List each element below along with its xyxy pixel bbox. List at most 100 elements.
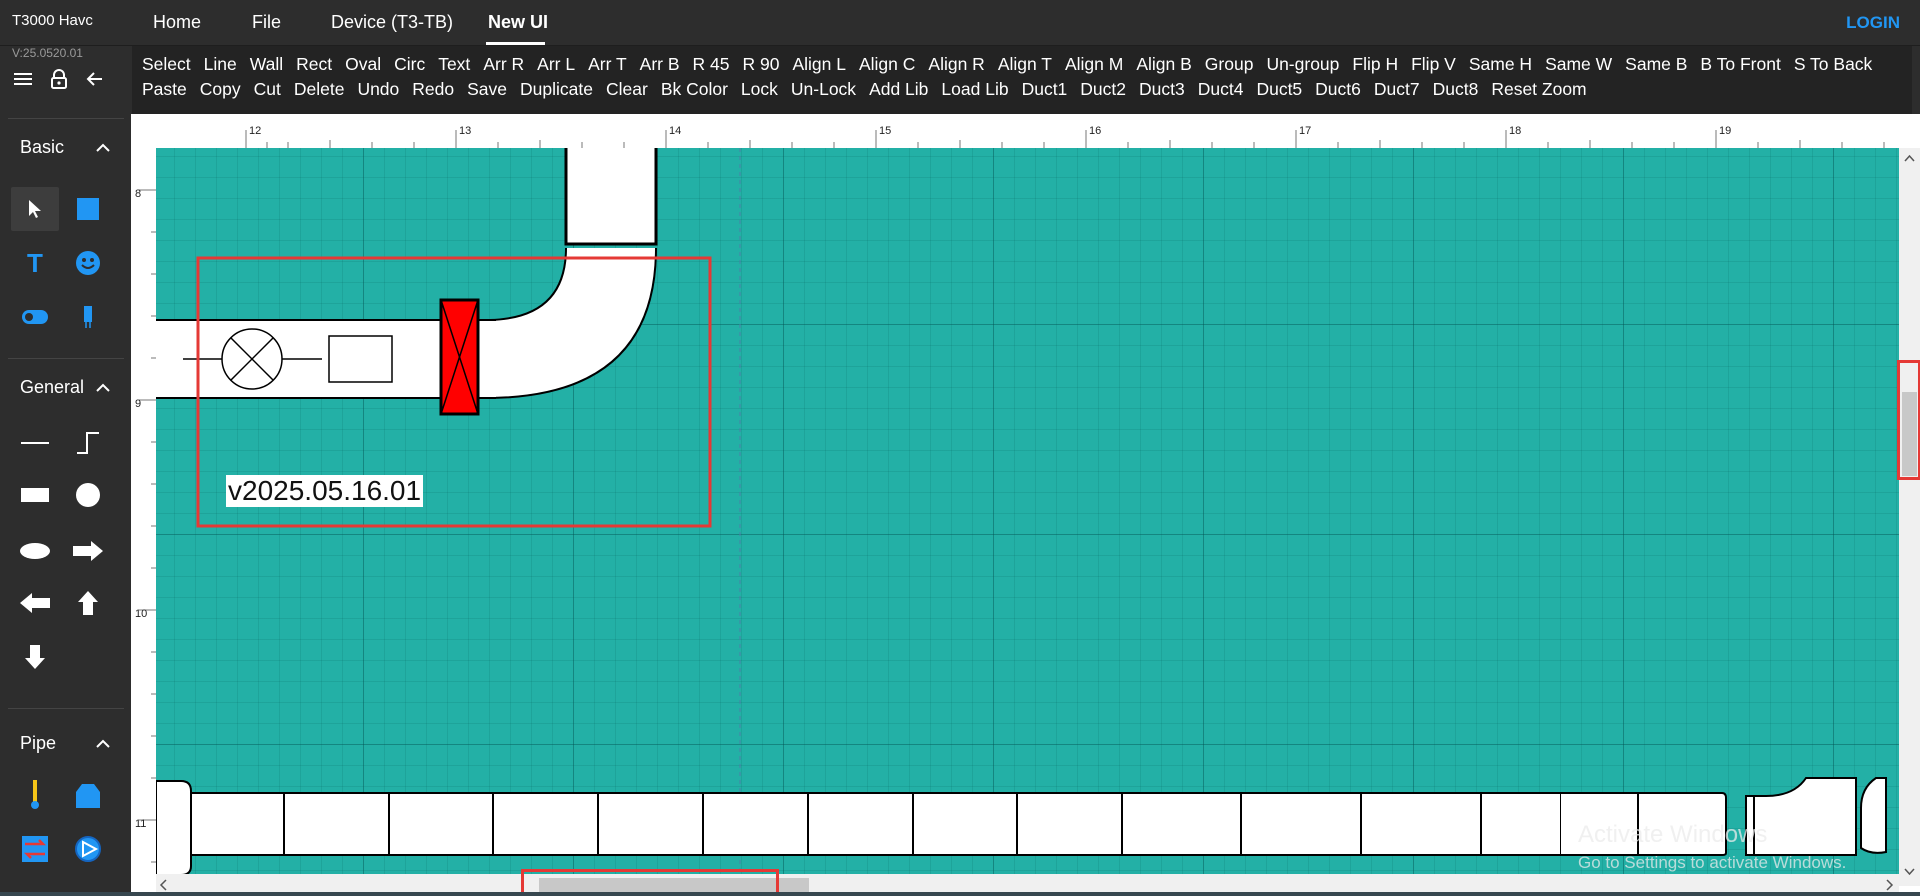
chevron-up-icon[interactable] (94, 139, 112, 157)
toolbar-r-45-button[interactable]: R 45 (693, 54, 730, 75)
chevron-up-icon[interactable] (94, 735, 112, 753)
menu-icon[interactable] (12, 66, 34, 92)
toolbar-arr-b-button[interactable]: Arr B (640, 54, 680, 75)
ellipse-icon[interactable] (11, 529, 59, 573)
heat-exchanger-icon[interactable] (11, 827, 59, 871)
vertical-duct (564, 148, 658, 246)
toolbar-clear-button[interactable]: Clear (606, 79, 648, 100)
toolbar-arr-t-button[interactable]: Arr T (588, 54, 627, 75)
toolbar-lock-button[interactable]: Lock (741, 79, 778, 100)
toolbar-add-lib-button[interactable]: Add Lib (869, 79, 928, 100)
canvas-grid[interactable]: v2025.05.16.01 Activate Windows Go to Se… (156, 148, 1899, 886)
toolbar-save-button[interactable]: Save (467, 79, 507, 100)
toolbar-arr-l-button[interactable]: Arr L (537, 54, 575, 75)
toolbar-select-button[interactable]: Select (142, 54, 191, 75)
ruler-y-label: 11 (135, 818, 147, 830)
circle-icon[interactable] (64, 473, 112, 517)
tab-new-ui[interactable]: New UI (488, 12, 548, 33)
bar-icon[interactable] (11, 473, 59, 517)
toolbar-align-t-button[interactable]: Align T (998, 54, 1052, 75)
toolbar-bk-color-button[interactable]: Bk Color (661, 79, 728, 100)
toolbar-paste-button[interactable]: Paste (142, 79, 187, 100)
toolbar-reset-zoom-button[interactable]: Reset Zoom (1491, 79, 1586, 100)
arrow-up-icon[interactable] (64, 581, 112, 625)
toolbar-align-c-button[interactable]: Align C (859, 54, 915, 75)
app-title: T3000 Havc (12, 12, 93, 29)
ruler-y-label: 9 (135, 398, 142, 410)
ruler-y-label: 8 (135, 188, 142, 200)
arrow-left-icon[interactable] (11, 581, 59, 625)
lock-icon[interactable] (48, 66, 70, 92)
toolbar-copy-button[interactable]: Copy (200, 79, 241, 100)
ruler-y-label: 10 (135, 608, 148, 620)
toolbar-r-90-button[interactable]: R 90 (743, 54, 780, 75)
toolbar-duct1-button[interactable]: Duct1 (1022, 79, 1068, 100)
toolbar-un-lock-button[interactable]: Un-Lock (791, 79, 856, 100)
damper-icon[interactable] (64, 773, 112, 817)
quick-icons (12, 66, 106, 92)
toolbar-duct7-button[interactable]: Duct7 (1374, 79, 1420, 100)
pointer-icon[interactable] (11, 187, 59, 231)
tab-file[interactable]: File (252, 12, 281, 33)
vertical-scrollbar[interactable] (1897, 148, 1920, 886)
version-label[interactable]: v2025.05.16.01 (226, 475, 424, 507)
toolbar-align-r-button[interactable]: Align R (928, 54, 984, 75)
thermometer-icon[interactable] (11, 773, 59, 817)
toolbar-group-button[interactable]: Group (1205, 54, 1254, 75)
toolbar-line-button[interactable]: Line (204, 54, 237, 75)
chevron-up-icon[interactable] (94, 379, 112, 397)
duct-elbow-fill (486, 248, 656, 398)
toolbar-circ-button[interactable]: Circ (394, 54, 425, 75)
step-line-icon[interactable] (64, 421, 112, 465)
toolbar-duct3-button[interactable]: Duct3 (1139, 79, 1185, 100)
toolbar-align-m-button[interactable]: Align M (1065, 54, 1123, 75)
rectangle-fill-icon[interactable] (64, 187, 112, 231)
toolbar-load-lib-button[interactable]: Load Lib (941, 79, 1008, 100)
ruler-x-label: 17 (1299, 125, 1312, 137)
toolbar-duct2-button[interactable]: Duct2 (1080, 79, 1126, 100)
toolbar-s-to-back-button[interactable]: S To Back (1794, 54, 1872, 75)
emoji-icon[interactable] (64, 241, 112, 285)
toolbar-duct5-button[interactable]: Duct5 (1256, 79, 1302, 100)
toolbar-b-to-front-button[interactable]: B To Front (1700, 54, 1780, 75)
line-icon[interactable] (11, 421, 59, 465)
toolbar-row-2: Paste Copy Cut Delete Undo Redo Save Duplicate C… (142, 79, 1587, 100)
scroll-down-icon[interactable] (1899, 864, 1920, 880)
toolbar-rect-button[interactable]: Rect (296, 54, 332, 75)
toolbar-wall-button[interactable]: Wall (250, 54, 283, 75)
sensor-icon[interactable] (64, 295, 112, 339)
arrow-down-icon[interactable] (11, 635, 59, 679)
scroll-up-icon[interactable] (1899, 150, 1920, 166)
toolbar-flip-h-button[interactable]: Flip H (1352, 54, 1398, 75)
arrow-right-icon[interactable] (64, 529, 112, 573)
active-tab-indicator (486, 42, 545, 45)
windows-watermark-title: Activate Windows (1578, 821, 1768, 848)
toolbar-text-button[interactable]: Text (438, 54, 470, 75)
drawing-canvas[interactable]: 12 13 14 15 16 17 18 19 8 9 10 11 v2025.… (131, 114, 1920, 896)
toolbar-delete-button[interactable]: Delete (294, 79, 345, 100)
toolbar-align-b-button[interactable]: Align B (1136, 54, 1191, 75)
toolbar-flip-v-button[interactable]: Flip V (1411, 54, 1456, 75)
toolbar-oval-button[interactable]: Oval (345, 54, 381, 75)
toolbar-arr-r-button[interactable]: Arr R (483, 54, 524, 75)
toolbar-duct8-button[interactable]: Duct8 (1433, 79, 1479, 100)
toolbar-same-h-button[interactable]: Same H (1469, 54, 1532, 75)
toolbar-align-l-button[interactable]: Align L (792, 54, 846, 75)
toolbar-same-w-button[interactable]: Same W (1545, 54, 1612, 75)
toolbar-duct6-button[interactable]: Duct6 (1315, 79, 1361, 100)
ruler-ticks-top (245, 130, 1885, 148)
toolbar-duplicate-button[interactable]: Duplicate (520, 79, 593, 100)
toolbar-un-group-button[interactable]: Un-group (1266, 54, 1339, 75)
toggle-icon[interactable] (11, 295, 59, 339)
text-icon[interactable]: T (11, 241, 59, 285)
tab-device[interactable]: Device (T3-TB) (331, 12, 453, 33)
toolbar-cut-button[interactable]: Cut (254, 79, 281, 100)
pump-icon[interactable] (64, 827, 112, 871)
tab-home[interactable]: Home (153, 12, 201, 33)
back-arrow-icon[interactable] (84, 66, 106, 92)
toolbar-redo-button[interactable]: Redo (412, 79, 454, 100)
login-button[interactable]: LOGIN (1846, 13, 1900, 33)
toolbar-undo-button[interactable]: Undo (357, 79, 399, 100)
toolbar-duct4-button[interactable]: Duct4 (1198, 79, 1244, 100)
toolbar-same-b-button[interactable]: Same B (1625, 54, 1687, 75)
